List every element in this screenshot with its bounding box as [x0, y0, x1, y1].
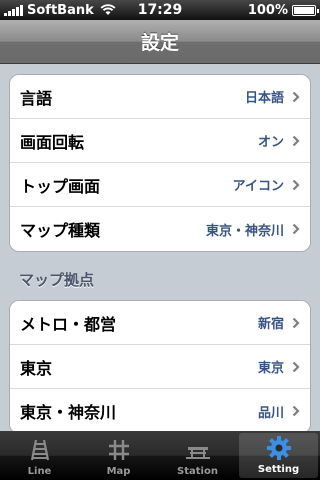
setting-value: 日本語 — [244, 91, 284, 106]
setting-row-tokyo-kanagawa[interactable]: 東京・神奈川 品川 — [10, 389, 310, 431]
tab-setting[interactable]: Setting — [239, 433, 318, 478]
setting-row-rotation[interactable]: 画面回転 オン — [10, 119, 310, 163]
clock: 17:29 — [137, 2, 183, 18]
tab-line[interactable]: Line — [0, 431, 79, 480]
station-icon — [183, 436, 213, 464]
setting-label: メトロ・都営 — [20, 314, 117, 334]
grid-icon — [104, 436, 134, 464]
setting-label: マップ種類 — [20, 221, 101, 240]
setting-label: 東京 — [20, 358, 53, 378]
tab-label: Station — [177, 466, 218, 477]
section-header: マップ拠点 — [19, 271, 95, 289]
battery-icon — [292, 4, 319, 16]
setting-value: 東京・神奈川 — [205, 223, 284, 239]
page-title: 設定 — [140, 32, 179, 54]
wifi-icon — [100, 4, 116, 16]
setting-label: 画面回転 — [20, 132, 85, 152]
chevron-right-icon — [292, 223, 300, 235]
navigation-bar: 設定 — [0, 20, 320, 64]
setting-row-top-screen[interactable]: トップ画面 アイコン — [10, 163, 310, 207]
signal-icon — [4, 4, 23, 16]
chevron-right-icon — [292, 405, 300, 417]
tab-station[interactable]: Station — [158, 431, 237, 480]
setting-value: 東京 — [257, 361, 284, 376]
chevron-right-icon — [292, 361, 300, 372]
setting-value: オン — [257, 135, 284, 150]
setting-row-metro-toei[interactable]: メトロ・都営 新宿 — [10, 301, 310, 345]
setting-value: 品川 — [257, 405, 284, 421]
tab-label: Map — [106, 466, 131, 477]
railway-icon — [25, 436, 55, 464]
setting-row-map-type[interactable]: マップ種類 東京・神奈川 — [10, 207, 310, 251]
settings-group-general: 言語 日本語 画面回転 オン トップ画面 アイコン マップ種類 東京・神奈川 — [9, 74, 311, 252]
tab-map[interactable]: Map — [79, 431, 158, 480]
setting-value: アイコン — [232, 179, 284, 194]
setting-value: 新宿 — [257, 317, 284, 332]
tab-label: Setting — [257, 464, 300, 475]
tab-bar: Line Map Station Setting — [0, 431, 320, 480]
gear-icon — [264, 434, 294, 462]
setting-label: トップ画面 — [20, 176, 101, 196]
chevron-right-icon — [292, 179, 300, 190]
setting-row-language[interactable]: 言語 日本語 — [10, 75, 310, 119]
chevron-right-icon — [292, 91, 300, 102]
settings-group-map-base: メトロ・都営 新宿 東京 東京 東京・神奈川 品川 — [9, 300, 311, 431]
chevron-right-icon — [292, 135, 300, 146]
chevron-right-icon — [292, 317, 300, 328]
setting-row-tokyo[interactable]: 東京 東京 — [10, 345, 310, 389]
status-bar: SoftBank 17:29 100% — [0, 0, 320, 20]
battery-percent: 100% — [247, 2, 288, 18]
setting-label: 言語 — [20, 88, 53, 108]
carrier-name: SoftBank — [27, 2, 94, 18]
settings-list[interactable]: 言語 日本語 画面回転 オン トップ画面 アイコン マップ種類 東京・神奈川 マ… — [0, 64, 320, 431]
tab-label: Line — [27, 466, 52, 477]
setting-label: 東京・神奈川 — [20, 403, 117, 422]
